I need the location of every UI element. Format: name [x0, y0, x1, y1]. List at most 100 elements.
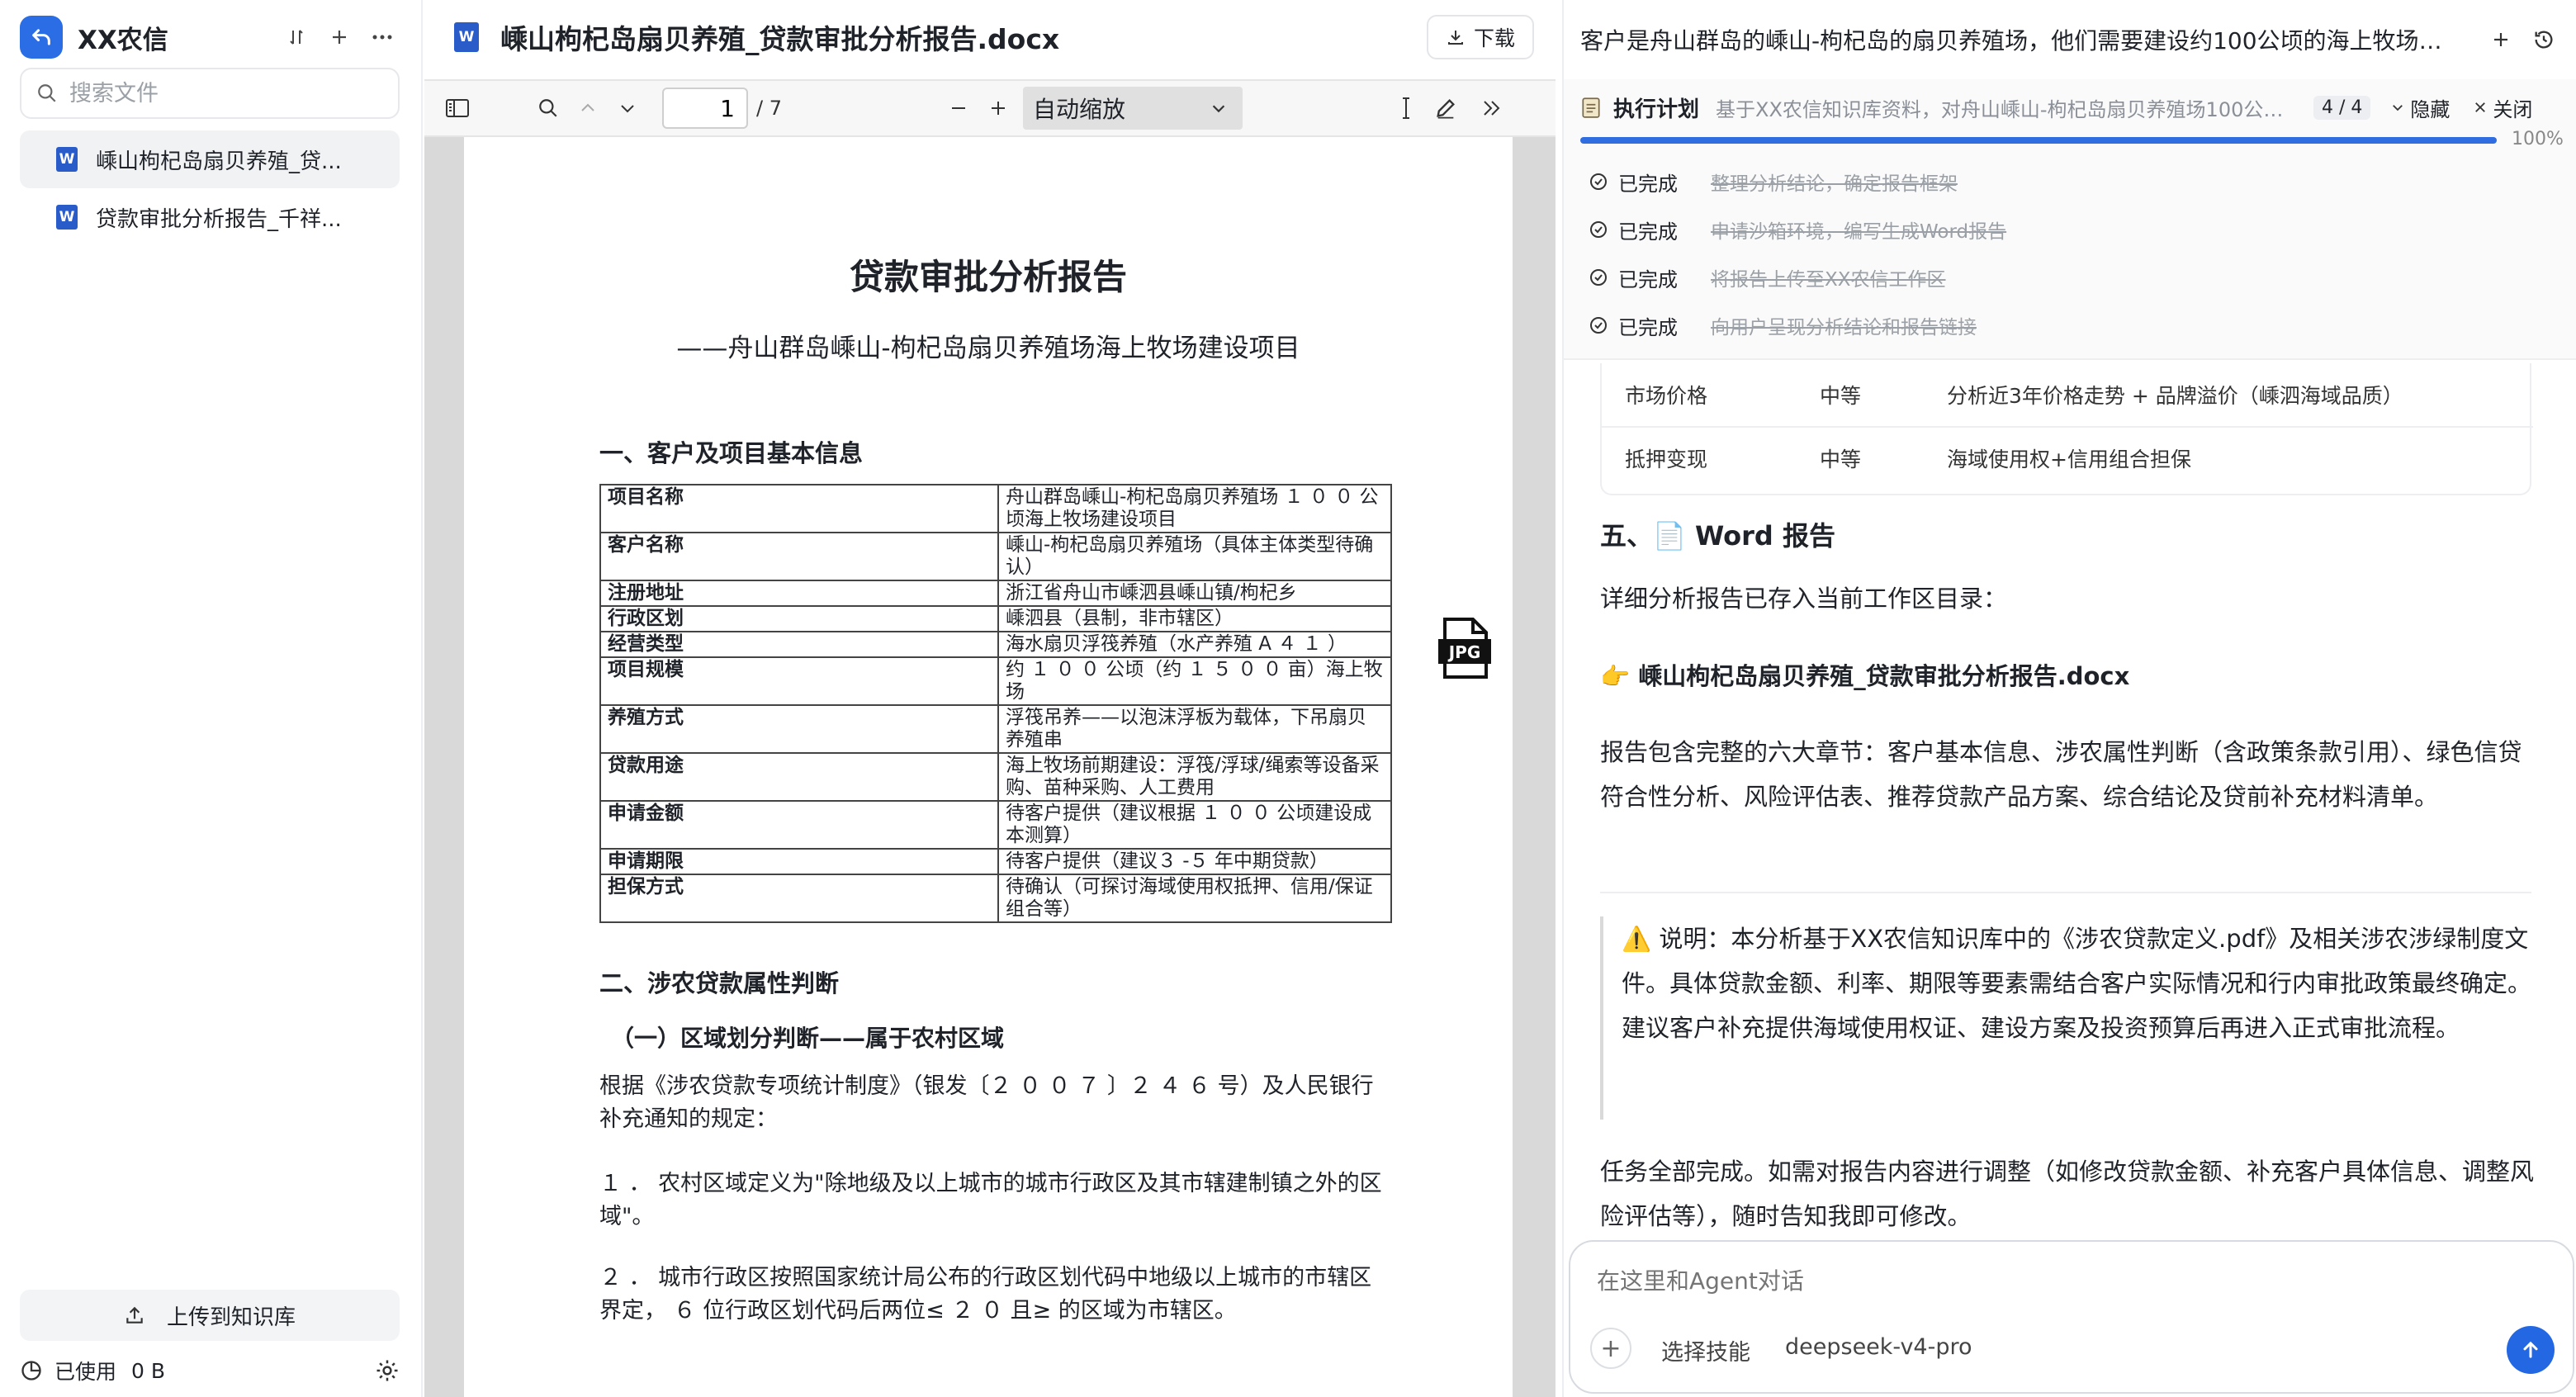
- divider: [1600, 892, 2531, 893]
- pdf-page: 贷款审批分析报告 ——舟山群岛嵊山-枸杞岛扇贝养殖场海上牧场建设项目 一、客户及…: [464, 137, 1513, 1397]
- info-value: 海水扇贝浮筏养殖（水产养殖 A ４ １ ）: [997, 631, 1392, 658]
- info-key: 贷款用途: [599, 752, 999, 802]
- search-icon: [38, 84, 56, 102]
- download-label: 下载: [1473, 26, 1515, 50]
- section-heading: 一、客户及项目基本信息: [599, 439, 864, 467]
- hide-label: 隐藏: [2410, 97, 2451, 121]
- download-icon: [1447, 31, 1463, 45]
- plan-header: 执行计划 基于XX农信知识库资料，对舟山嵊山-枸杞岛扇贝养殖场100公顷海...…: [1580, 91, 2571, 124]
- sidebar-toggle-icon[interactable]: [438, 88, 477, 128]
- document-title-bar: W 嵊山枸杞岛扇贝养殖_贷款审批分析报告.docx 下载: [424, 0, 1556, 74]
- info-key: 申请金额: [599, 800, 999, 850]
- chat-header: 客户是舟山群岛的嵊山-枸杞岛的扇贝养殖场，他们需要建设约100公顷的海上牧场，就…: [1580, 0, 2563, 79]
- info-value: 嵊山-枸杞岛扇贝养殖场（具体主体类型待确认）: [997, 532, 1392, 581]
- project-info-table: 项目名称 舟山群岛嵊山-枸杞岛扇贝养殖场 １ ０ ０ 公顷海上牧场建设项目 客户名称…: [599, 484, 1392, 923]
- report-title: 贷款审批分析报告: [849, 257, 1127, 297]
- check-circle-icon: [1590, 269, 1607, 286]
- close-plan-button[interactable]: 关闭: [2473, 93, 2532, 122]
- settings-icon[interactable]: [375, 1358, 400, 1383]
- sort-icon[interactable]: [277, 18, 315, 56]
- plan-step: 已完成 向用户呈现分析结论和报告链接: [1589, 309, 1977, 342]
- info-table-row: 注册地址 浙江省舟山市嵊泗县嵊山镇/枸杞乡: [599, 580, 1392, 607]
- pie-chart-icon: [21, 1361, 41, 1380]
- plan-step: 已完成 将报告上传至XX农信工作区: [1589, 261, 1946, 294]
- model-selector[interactable]: deepseek-v4-pro: [1785, 1334, 1972, 1360]
- info-table-row: 项目规模约 １ ０ ０ 公顷（约 １ ５ ０ ０ 亩）海上牧场: [599, 656, 1392, 706]
- pdf-canvas[interactable]: 贷款审批分析报告 ——舟山群岛嵊山-枸杞岛扇贝养殖场海上牧场建设项目 一、客户及…: [424, 137, 1556, 1397]
- next-page-icon[interactable]: [608, 88, 647, 128]
- info-table-row: 养殖方式 浮筏吊养——以泡沫浮板为载体，下吊扇贝养殖串: [599, 704, 1392, 754]
- storage-usage: 已使用 0 B: [20, 1354, 400, 1387]
- upload-to-knowledge-base-button[interactable]: 上传到知识库: [20, 1290, 400, 1341]
- draw-pen-icon[interactable]: [1426, 88, 1466, 128]
- arrow-up-icon: [2523, 1341, 2538, 1358]
- zoom-in-icon[interactable]: [978, 88, 1018, 128]
- plan-step: 已完成 申请沙箱环境，编写生成Word报告: [1589, 213, 2006, 246]
- plan-progress-count: 4 / 4: [2313, 95, 2371, 120]
- sidebar-header: XX农信: [20, 12, 401, 63]
- zoom-out-icon[interactable]: [939, 88, 978, 128]
- sidebar: XX农信 W 嵊山枸杞岛扇贝养殖_贷... W 贷款审批分析报告_千祥... 上…: [0, 0, 423, 1397]
- note-blockquote: ⚠️ 说明：本分析基于XX农信知识库中的《涉农贷款定义.pdf》及相关涉农涉绿制…: [1600, 916, 2541, 1120]
- jpg-file-icon: JPG: [1438, 618, 1491, 679]
- chevron-down-icon: [1212, 105, 1225, 113]
- document-viewer: W 嵊山枸杞岛扇贝养殖_贷款审批分析报告.docx 下载 / 7 自动缩放: [424, 0, 1556, 1397]
- file-item[interactable]: W 嵊山枸杞岛扇贝养殖_贷...: [20, 130, 400, 188]
- download-button[interactable]: 下载: [1427, 15, 1534, 59]
- info-value: 浮筏吊养——以泡沫浮板为载体，下吊扇贝养殖串: [997, 704, 1392, 754]
- previous-page-icon[interactable]: [568, 88, 608, 128]
- risk-level: 中等: [1820, 448, 1862, 471]
- plan-progress-percent: 100%: [2512, 129, 2564, 149]
- more-icon[interactable]: [363, 18, 401, 56]
- subsection-heading: （一）区域划分判断——属于农村区域: [611, 1025, 1005, 1052]
- find-icon[interactable]: [528, 88, 568, 128]
- word-file-icon: W: [56, 205, 78, 230]
- step-status: 已完成: [1618, 220, 1678, 244]
- step-text: 申请沙箱环境，编写生成Word报告: [1711, 221, 2007, 243]
- file-item[interactable]: W 贷款审批分析报告_千祥...: [20, 188, 400, 246]
- new-chat-icon[interactable]: [2482, 21, 2520, 59]
- search-input[interactable]: [68, 79, 381, 107]
- zoom-select[interactable]: 自动缩放: [1022, 87, 1243, 130]
- info-key: 担保方式: [599, 874, 999, 923]
- close-label: 关闭: [2493, 97, 2533, 121]
- zoom-value: 自动缩放: [1032, 96, 1125, 123]
- chat-input[interactable]: [1595, 1262, 2536, 1303]
- info-key: 养殖方式: [599, 704, 999, 754]
- info-key: 注册地址: [599, 580, 999, 607]
- info-table-row: 申请金额 待客户提供（建议根据 １ ０ ０ 公顷建设成本测算）: [599, 800, 1392, 850]
- agent-chat-panel: 客户是舟山群岛的嵊山-枸杞岛的扇贝养殖场，他们需要建设约100公顷的海上牧场，就…: [1562, 0, 2576, 1397]
- page-number-input[interactable]: [662, 88, 748, 129]
- attach-plus-icon[interactable]: +: [1590, 1328, 1631, 1369]
- hide-plan-button[interactable]: 隐藏: [2390, 93, 2450, 122]
- report-file-link[interactable]: 👉 嵊山枸杞岛扇贝养殖_贷款审批分析报告.docx: [1600, 654, 2541, 698]
- more-tools-icon[interactable]: [1472, 88, 1512, 128]
- history-icon[interactable]: [2525, 21, 2563, 59]
- info-value: 嵊泗县（县制，非市辖区）: [997, 605, 1392, 632]
- text-cursor-icon[interactable]: [1386, 88, 1426, 128]
- info-table-row: 担保方式 待确认（可探讨海域使用权抵押、信用/保证组合等）: [599, 874, 1392, 923]
- step-status: 已完成: [1618, 268, 1678, 291]
- upload-icon: [126, 1306, 143, 1324]
- chevron-down-icon: [2393, 105, 2403, 111]
- info-value: 待客户提供（建议根据 １ ０ ０ 公顷建设成本测算）: [997, 800, 1392, 850]
- info-key: 客户名称: [599, 532, 999, 581]
- info-table-row: 申请期限 待客户提供（建议３ -５ 年中期贷款）: [599, 848, 1392, 875]
- step-text: 向用户呈现分析结论和报告链接: [1711, 317, 1977, 339]
- info-value: 待客户提供（建议３ -５ 年中期贷款）: [997, 848, 1392, 875]
- step-status: 已完成: [1618, 315, 1678, 339]
- risk-table: 市场价格 中等 分析近3年价格走势 + 品牌溢价（嵊泗海域品质） 抵押变现 中等…: [1600, 363, 2533, 495]
- plan-label: 执行计划: [1613, 97, 1700, 122]
- info-value: 海上牧场前期建设：浮筏/浮球/绳索等设备采购、苗种采购、人工费用: [997, 752, 1392, 802]
- search-box: [20, 68, 400, 119]
- send-button[interactable]: [2507, 1326, 2555, 1374]
- select-skill-button[interactable]: 选择技能: [1661, 1334, 1750, 1366]
- file-name: 贷款审批分析报告_千祥...: [96, 206, 342, 232]
- document-title: 嵊山枸杞岛扇贝养殖_贷款审批分析报告.docx: [500, 23, 1060, 55]
- info-table-row: 客户名称 嵊山-枸杞岛扇贝养殖场（具体主体类型待确认）: [599, 532, 1392, 581]
- add-icon[interactable]: [320, 18, 358, 56]
- info-table-row: 经营类型 海水扇贝浮筏养殖（水产养殖 A ４ １ ）: [599, 631, 1392, 658]
- risk-description: 分析近3年价格走势 + 品牌溢价（嵊泗海域品质）: [1947, 384, 2403, 408]
- plan-progress-bar: [1580, 137, 2497, 144]
- back-icon[interactable]: [20, 16, 63, 59]
